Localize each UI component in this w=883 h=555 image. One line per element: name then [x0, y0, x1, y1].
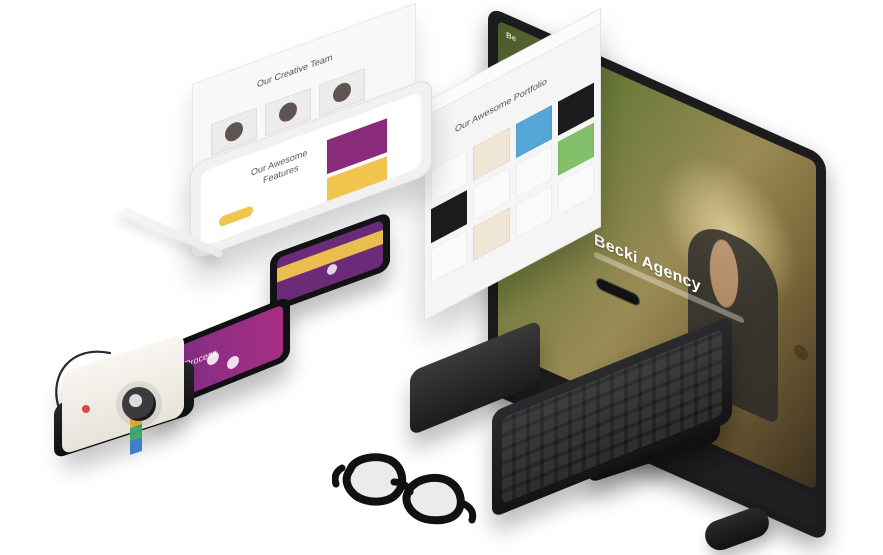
- team-avatar: [279, 99, 297, 125]
- team-avatar: [225, 119, 243, 144]
- camera-shutter-button: [82, 405, 90, 413]
- iphone-circle-icon: [327, 262, 337, 277]
- team-avatar: [333, 80, 351, 105]
- iphone-screen: [277, 219, 383, 305]
- instant-camera: [40, 333, 195, 463]
- website-logo: Be: [506, 29, 517, 44]
- carousel-next-icon: [794, 342, 808, 363]
- hero-button: [596, 276, 640, 308]
- feature-button: [219, 205, 253, 228]
- iphone-device: [270, 211, 390, 313]
- camera-lens-icon: [122, 387, 156, 421]
- eyeglasses: [332, 453, 477, 525]
